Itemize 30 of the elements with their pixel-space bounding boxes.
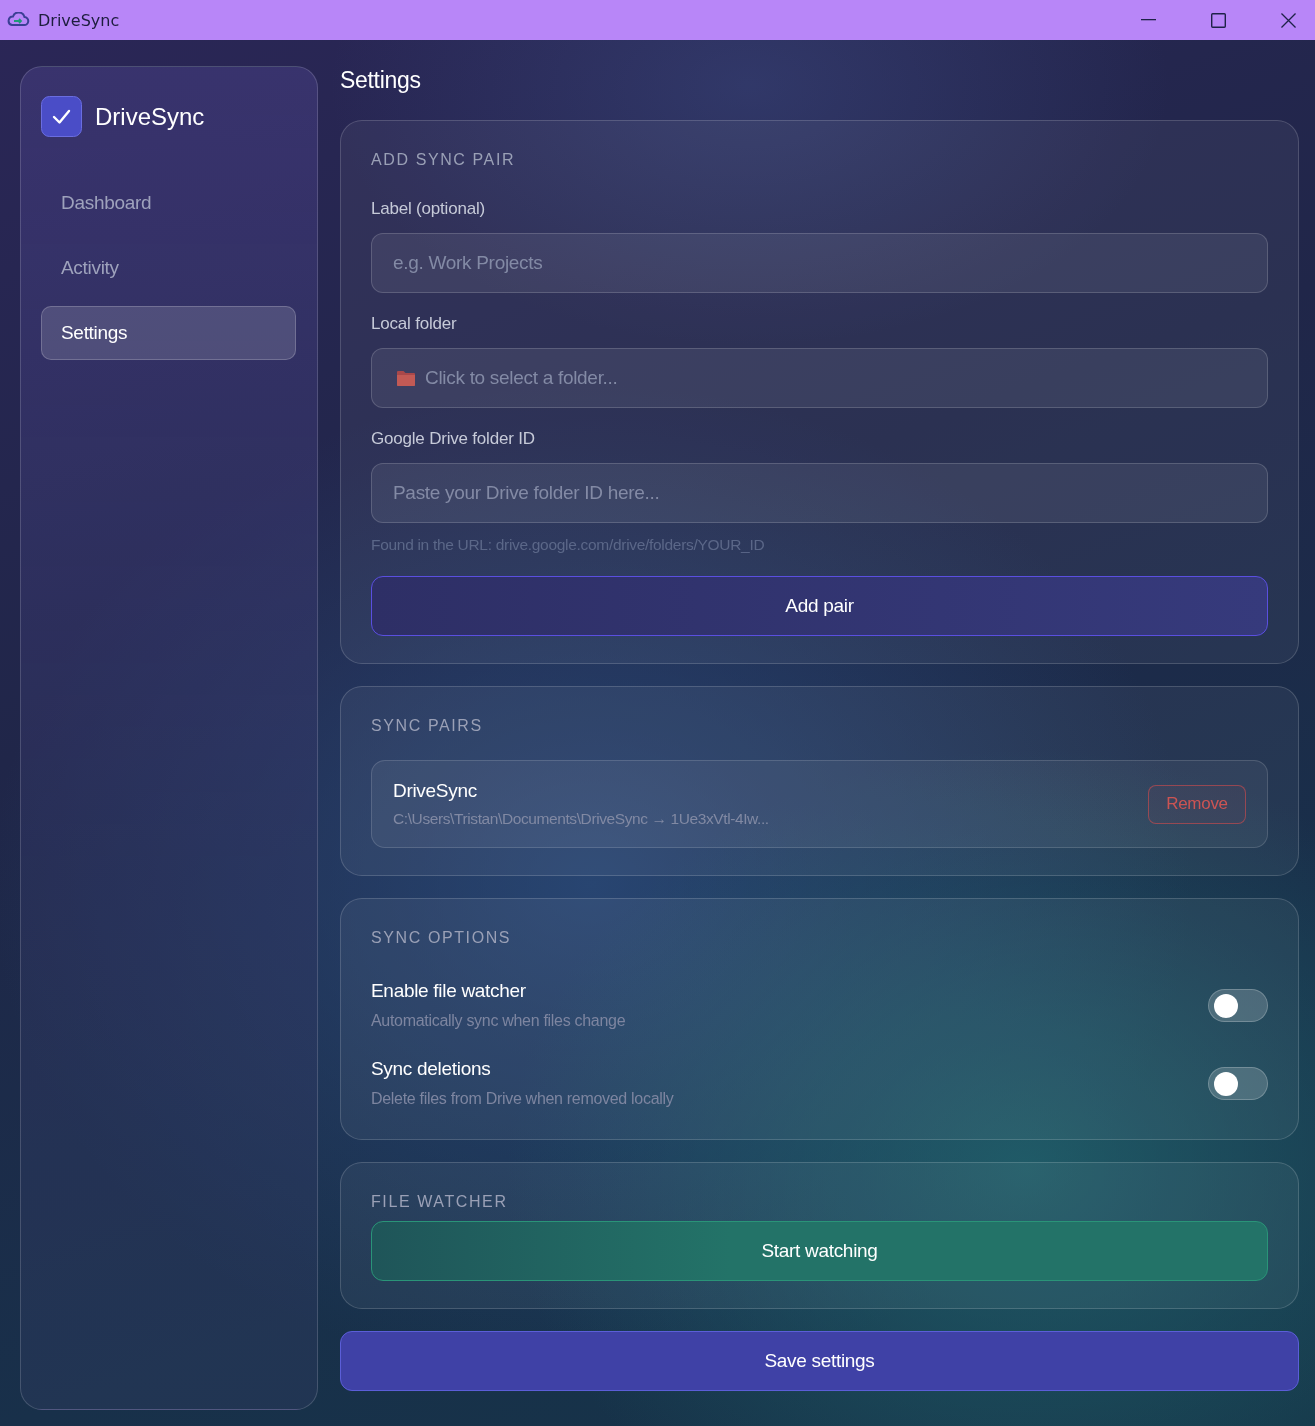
section-title: SYNC OPTIONS: [371, 928, 513, 948]
sidebar-item[interactable]: Settings: [41, 306, 296, 360]
section-title: SYNC PAIRS: [371, 716, 484, 736]
add-pair-button[interactable]: Add pair: [371, 576, 1268, 636]
pair-path: C:\Users\Tristan\Documents\DriveSync → 1Ue3xVtl-4Iw...: [393, 809, 770, 829]
brand-name: DriveSync: [95, 102, 205, 131]
folder-icon: [397, 370, 415, 386]
field-label: Label (optional): [371, 199, 486, 219]
sidebar-item[interactable]: Activity: [41, 241, 296, 295]
option-description: Automatically sync when files change: [371, 1011, 627, 1031]
toggle-switch[interactable]: [1208, 988, 1268, 1022]
close-icon: [1280, 12, 1296, 28]
page-title: Settings: [340, 66, 422, 94]
toggle-switch[interactable]: [1208, 1066, 1268, 1100]
section-title: ADD SYNC PAIR: [371, 150, 517, 170]
window-title: DriveSync: [38, 10, 120, 30]
field-label: Local folder: [371, 314, 458, 334]
save-settings-button[interactable]: Save settings: [340, 1331, 1299, 1391]
minimize-icon: [1140, 19, 1156, 21]
maximize-icon: [1210, 12, 1226, 28]
pair-name: DriveSync: [393, 779, 478, 803]
sidebar-item[interactable]: Dashboard: [41, 176, 296, 230]
option-label: Sync deletions: [371, 1057, 492, 1081]
start-watching-button[interactable]: Start watching: [371, 1221, 1268, 1281]
cloud-sync-icon: [6, 12, 30, 28]
section-title: FILE WATCHER: [371, 1192, 509, 1212]
option-label: Enable file watcher: [371, 979, 527, 1003]
field-label: Google Drive folder ID: [371, 429, 536, 449]
option-description: Delete files from Drive when removed locally: [371, 1089, 675, 1109]
check-icon: [41, 96, 82, 137]
